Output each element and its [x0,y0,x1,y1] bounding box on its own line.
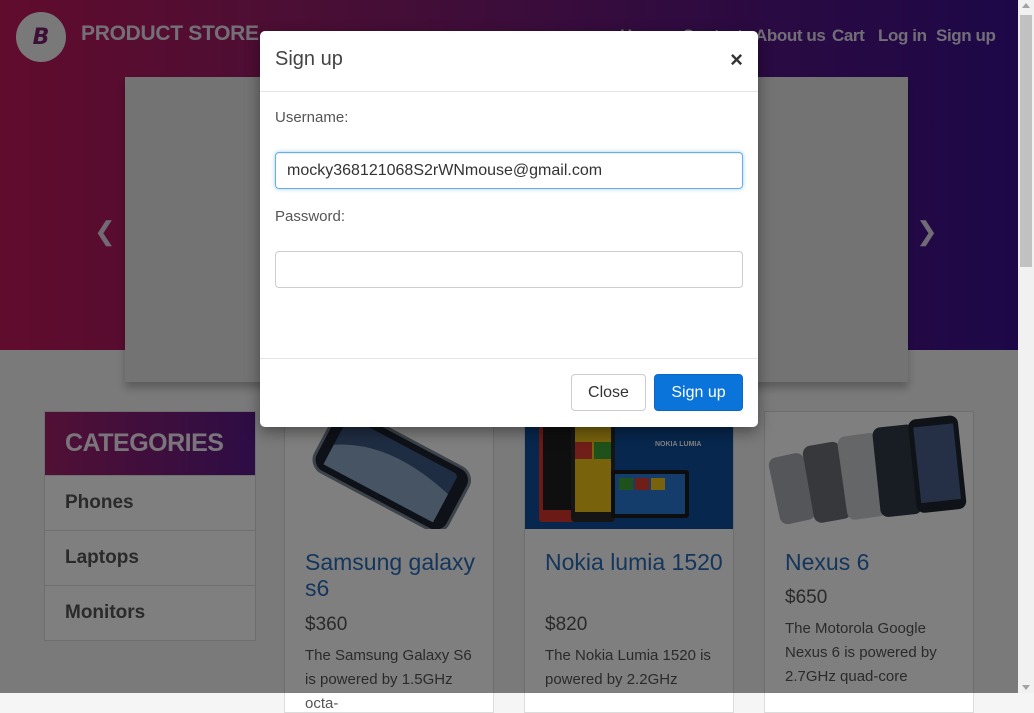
modal-header: Sign up × [260,31,758,92]
scroll-down-arrow-icon[interactable] [1022,685,1030,690]
scrollbar-thumb[interactable] [1020,15,1032,267]
username-label: Username: [275,109,349,126]
close-icon[interactable]: × [730,47,743,73]
signup-modal: Sign up × Username: Password: Close Sign… [260,31,758,427]
sign-up-button[interactable]: Sign up [654,374,743,411]
username-input[interactable] [275,152,743,189]
scroll-up-arrow-icon[interactable] [1022,3,1030,8]
modal-footer: Close Sign up [260,358,758,428]
page-scrollbar[interactable] [1018,0,1034,693]
modal-title: Sign up [275,48,343,70]
password-input[interactable] [275,251,743,288]
close-button[interactable]: Close [571,374,646,411]
password-label: Password: [275,208,346,225]
